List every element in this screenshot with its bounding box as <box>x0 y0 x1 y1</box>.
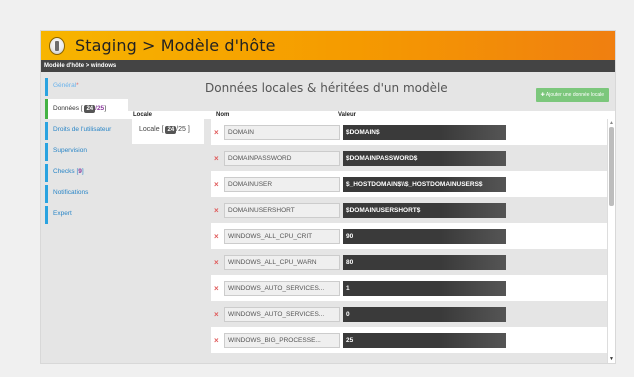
scroll-up-icon[interactable]: ▲ <box>609 120 614 126</box>
value-field[interactable]: $DOMAINUSERSHORT$ <box>343 202 506 218</box>
sidebar-item-notifications[interactable]: Notifications <box>45 185 128 203</box>
scrollbar-thumb[interactable] <box>609 127 614 206</box>
table-row: × WINDOWS_AUTO_SERVICES... 1 <box>211 275 607 301</box>
title-bar: Staging > Modèle d'hôte <box>41 31 615 60</box>
count-badge: 24 <box>84 105 96 113</box>
rows-container: × DOMAIN $DOMAIN$ × DOMAINPASSWORD $DOMA… <box>211 119 615 363</box>
name-field[interactable]: WINDOWS_ALL_CPU_CRIT <box>224 228 340 244</box>
scroll-down-icon[interactable]: ▼ <box>609 356 614 362</box>
delete-icon[interactable]: × <box>214 206 224 215</box>
sidebar: Général* Données [ 24/25] Droits de l'ut… <box>41 72 128 363</box>
bracket-close: ] <box>104 105 106 112</box>
required-marker: * <box>76 82 79 89</box>
name-field[interactable]: WINDOWS_ALL_CPU_WARN <box>224 254 340 270</box>
sidebar-item-expert[interactable]: Expert <box>45 206 128 224</box>
table-row: × WINDOWS_ALL_CPU_WARN 80 <box>211 249 607 275</box>
bracket-close: ] <box>81 168 84 175</box>
sidebar-item-label: Checks [ <box>53 168 79 175</box>
table-header: Locale Nom Valeur <box>128 111 615 119</box>
vertical-scrollbar[interactable]: ▲ ▼ <box>607 119 615 363</box>
value-field[interactable]: 0 <box>343 306 506 322</box>
sidebar-item-donnees[interactable]: Données [ 24/25] <box>45 99 128 119</box>
locale-tab[interactable]: Locale [ 24/25 ] <box>132 119 204 144</box>
sidebar-item-label: Supervision <box>53 147 87 154</box>
table-row: × WINDOWS_ALL_CPU_CRIT 90 <box>211 223 607 249</box>
delete-icon[interactable]: × <box>214 154 224 163</box>
delete-icon[interactable]: × <box>214 128 224 137</box>
sidebar-item-general[interactable]: Général* <box>45 78 128 96</box>
main-panel: Données locales & héritées d'un modèle ✚… <box>128 72 615 363</box>
table-row: × DOMAINPASSWORD $DOMAINPASSWORD$ <box>211 145 607 171</box>
delete-icon[interactable]: × <box>214 336 224 345</box>
data-table: Locale Nom Valeur Locale [ 24/25 ] × DOM… <box>128 111 615 363</box>
table-row: × DOMAIN $DOMAIN$ <box>211 119 607 145</box>
locale-column: Locale [ 24/25 ] <box>128 119 211 363</box>
sidebar-item-supervision[interactable]: Supervision <box>45 143 128 161</box>
sidebar-item-label: Données [ <box>53 105 83 112</box>
name-field[interactable]: WINDOWS_BIG_PROCESSE... <box>224 332 340 348</box>
column-header-nom: Nom <box>216 112 230 118</box>
value-field[interactable]: $DOMAINPASSWORD$ <box>343 150 506 166</box>
value-field[interactable]: 90 <box>343 228 506 244</box>
name-field[interactable]: DOMAINPASSWORD <box>224 150 340 166</box>
column-header-locale: Locale <box>133 112 153 118</box>
sidebar-item-label: Général <box>53 82 77 89</box>
sidebar-item-label: Droits de l'utilisateur <box>53 126 112 133</box>
name-field[interactable]: WINDOWS_AUTO_SERVICES... <box>224 280 340 296</box>
name-field[interactable]: DOMAINUSER <box>224 176 340 192</box>
page-title: Staging > Modèle d'hôte <box>75 36 276 55</box>
value-field[interactable]: 25 <box>343 332 506 348</box>
add-local-data-button[interactable]: ✚ Ajouter une donnée locale <box>535 88 609 102</box>
section-heading: Données locales & héritées d'un modèle <box>205 81 448 95</box>
main-window: Staging > Modèle d'hôte Modèle d'hôte > … <box>40 30 616 364</box>
value-field[interactable]: $DOMAIN$ <box>343 124 506 140</box>
table-row: × DOMAINUSER $_HOSTDOMAIN$\\$_HOSTDOMAIN… <box>211 171 607 197</box>
sidebar-item-checks[interactable]: Checks [9] <box>45 164 128 182</box>
name-field[interactable]: DOMAIN <box>224 124 340 140</box>
total-count: /25 <box>95 105 105 112</box>
table-row: × WINDOWS_AUTO_SERVICES... 0 <box>211 301 607 327</box>
delete-icon[interactable]: × <box>214 232 224 241</box>
sidebar-item-label: Expert <box>53 210 72 217</box>
locale-count-badge: 24 <box>165 126 177 134</box>
breadcrumb[interactable]: Modèle d'hôte > windows <box>41 60 615 72</box>
delete-icon[interactable]: × <box>214 258 224 267</box>
delete-icon[interactable]: × <box>214 284 224 293</box>
table-row: × DOMAINUSERSHORT $DOMAINUSERSHORT$ <box>211 197 607 223</box>
sidebar-item-label: Notifications <box>53 189 89 196</box>
column-header-valeur: Valeur <box>338 112 357 118</box>
database-icon <box>49 36 65 55</box>
plus-icon: ✚ <box>540 92 545 98</box>
value-field[interactable]: $_HOSTDOMAIN$\\$_HOSTDOMAINUSERS$ <box>343 176 506 192</box>
name-field[interactable]: WINDOWS_AUTO_SERVICES... <box>224 306 340 322</box>
add-button-label: Ajouter une donnée locale <box>545 92 604 98</box>
value-field[interactable]: 1 <box>343 280 506 296</box>
table-row: × WINDOWS_BIG_PROCESSE... 25 <box>211 327 607 353</box>
delete-icon[interactable]: × <box>214 180 224 189</box>
delete-icon[interactable]: × <box>214 310 224 319</box>
sidebar-item-user-rights[interactable]: Droits de l'utilisateur <box>45 122 128 140</box>
value-field[interactable]: 80 <box>343 254 506 270</box>
name-field[interactable]: DOMAINUSERSHORT <box>224 202 340 218</box>
locale-total: /25 ] <box>176 126 190 133</box>
locale-tab-label: Locale [ <box>139 126 164 133</box>
